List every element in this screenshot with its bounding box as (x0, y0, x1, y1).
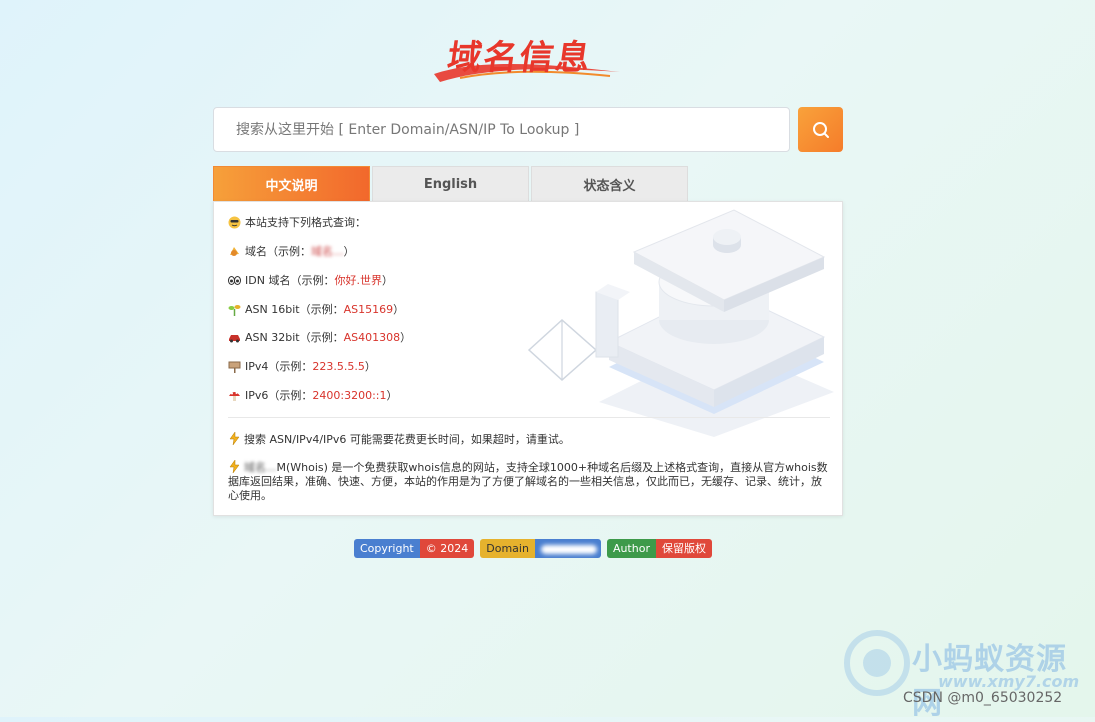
row-suffix: ） (386, 389, 398, 402)
row-prefix: 域名（示例： (245, 245, 311, 258)
row-prefix: IPv4（示例： (245, 360, 313, 373)
intro-row: 本站支持下列格式查询： (228, 214, 366, 230)
search-bar (213, 107, 843, 152)
badge-label: Copyright (354, 539, 420, 558)
row-suffix: ） (381, 274, 393, 287)
row-example: AS15169 (343, 302, 394, 316)
row-example: 域名... (311, 245, 344, 258)
row-example: 你好.世界 (334, 274, 382, 287)
cool-face-icon (228, 216, 241, 229)
format-row-ipv4: IPv4（示例： 223.5.5.5 ） (228, 358, 376, 374)
domain-badge[interactable]: Domain (480, 539, 601, 558)
row-suffix: ） (393, 303, 405, 316)
intro-text: 本站支持下列格式查询： (245, 216, 366, 229)
row-prefix: ASN 32bit（示例： (245, 331, 344, 344)
format-row-asn16: ASN 16bit（示例： AS15169 ） (228, 301, 404, 317)
badge-value-blurred (534, 539, 601, 558)
watermark: 小蚂蚁资源网 www.xmy7.com (842, 628, 1082, 721)
car-icon (228, 331, 241, 344)
csdn-watermark: CSDN @m0_65030252 (903, 690, 1063, 706)
watermark-url: www.xmy7.com (938, 672, 1080, 691)
ant-logo-icon (844, 630, 910, 696)
row-prefix: IPv6（示例： (245, 389, 313, 402)
note-about: 域名...M(Whois) 是一个免费获取whois信息的网站，支持全球1000… (228, 459, 828, 503)
format-row-idn: IDN 域名（示例： 你好.世界 ） (228, 272, 393, 288)
tab-english[interactable]: English (372, 166, 529, 201)
sprout-icon (228, 303, 241, 316)
badge-label: Domain (480, 539, 535, 558)
row-example: AS401308 (343, 330, 401, 344)
search-input[interactable] (213, 107, 790, 152)
tab-chinese[interactable]: 中文说明 (213, 166, 370, 201)
eyes-icon (228, 274, 241, 287)
row-prefix: IDN 域名（示例： (245, 274, 335, 287)
note-about-text: M(Whois) 是一个免费获取whois信息的网站，支持全球1000+种域名后… (228, 461, 828, 502)
cool-face-icon (228, 245, 241, 258)
site-logo: 域名信息 (430, 28, 622, 86)
badge-value: 保留版权 (655, 539, 712, 558)
divider (228, 417, 830, 418)
copyright-badge[interactable]: Copyright © 2024 (354, 539, 475, 558)
author-badge[interactable]: Author 保留版权 (606, 539, 712, 558)
lightning-icon (228, 431, 241, 446)
lightning-icon (228, 459, 241, 474)
sign-icon (228, 360, 241, 373)
format-row-domain: 域名（示例： 域名... ） (228, 243, 355, 259)
search-icon (812, 121, 829, 138)
note-timeout: 搜索 ASN/IPv4/IPv6 可能需要花费更长时间，如果超时，请重试。 (228, 431, 828, 447)
row-suffix: ） (400, 331, 412, 344)
logo-text: 域名信息 (444, 38, 595, 78)
tab-bar: 中文说明 English 状态含义 (213, 166, 690, 201)
server-illustration (527, 209, 834, 437)
site-name-blurred: 域名... (244, 461, 277, 474)
tab-status[interactable]: 状态含义 (531, 166, 688, 201)
mushroom-icon (228, 389, 241, 402)
row-suffix: ） (343, 245, 355, 258)
note-timeout-text: 搜索 ASN/IPv4/IPv6 可能需要花费更长时间，如果超时，请重试。 (244, 433, 570, 446)
footer-badges: Copyright © 2024 Domain Author 保留版权 (354, 539, 712, 558)
row-suffix: ） (364, 360, 376, 373)
row-prefix: ASN 16bit（示例： (245, 303, 344, 316)
format-row-ipv6: IPv6（示例： 2400:3200::1 ） (228, 387, 398, 403)
badge-label: Author (606, 539, 656, 558)
info-panel: 本站支持下列格式查询： 域名（示例： 域名... ） IDN 域名（示例： 你好… (213, 201, 843, 516)
row-example: 2400:3200::1 (312, 388, 387, 402)
row-example: 223.5.5.5 (312, 359, 365, 373)
search-button[interactable] (798, 107, 843, 152)
format-row-asn32: ASN 32bit（示例： AS401308 ） (228, 329, 411, 345)
badge-value: © 2024 (419, 539, 475, 558)
